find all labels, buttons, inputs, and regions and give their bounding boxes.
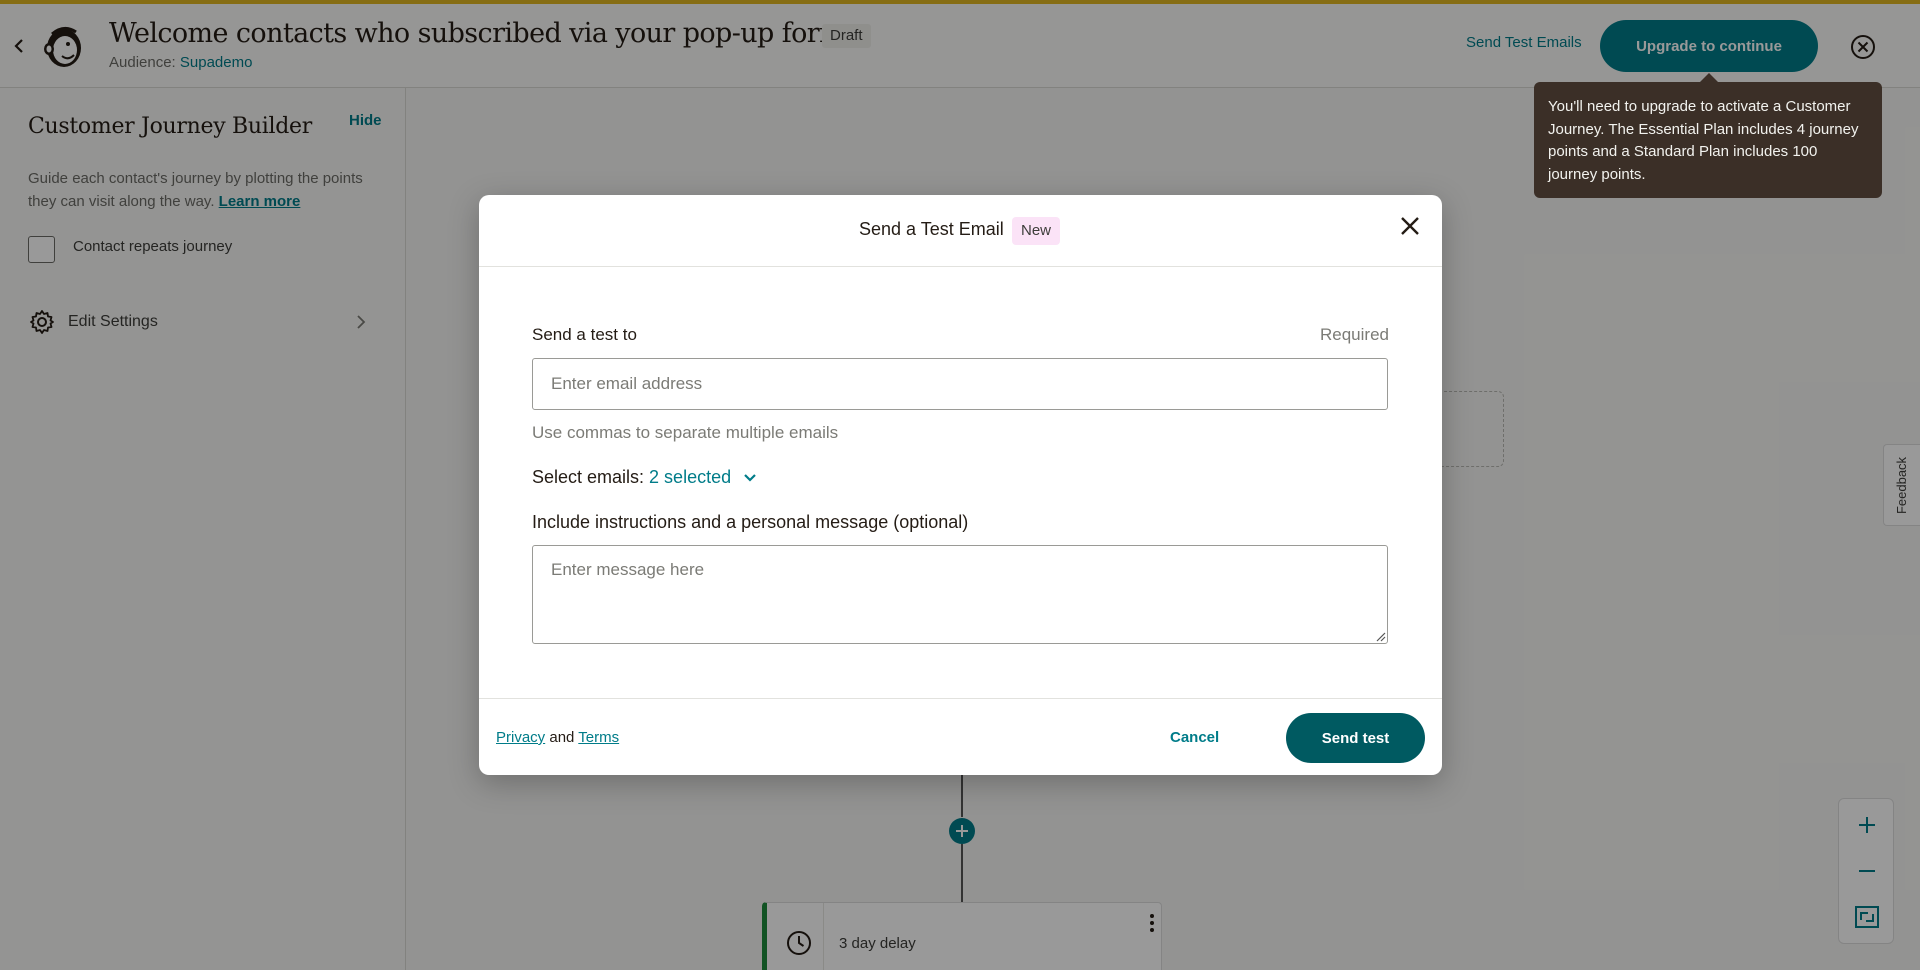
privacy-link[interactable]: Privacy <box>496 729 545 746</box>
message-label: Include instructions and a personal mess… <box>532 512 969 532</box>
legal-links: Privacy and Terms <box>496 729 619 746</box>
send-test-email-modal: Send a Test Email New Send a test to Req… <box>479 195 1442 775</box>
terms-link[interactable]: Terms <box>578 729 619 746</box>
required-indicator: Required <box>1320 325 1389 344</box>
send-test-button[interactable]: Send test <box>1286 713 1425 763</box>
message-field[interactable] <box>532 545 1388 644</box>
send-to-label: Send a test to <box>532 325 637 344</box>
new-badge: New <box>1012 217 1061 245</box>
legal-and: and <box>549 729 575 746</box>
upgrade-tooltip: You'll need to upgrade to activate a Cus… <box>1534 82 1882 198</box>
chevron-down-icon[interactable] <box>743 473 757 483</box>
modal-header: Send a Test Email New <box>479 195 1442 267</box>
modal-footer: Privacy and Terms Cancel Send test <box>479 698 1442 775</box>
cancel-button[interactable]: Cancel <box>1170 729 1219 746</box>
close-icon[interactable] <box>1397 213 1423 239</box>
select-emails-label: Select emails: <box>532 467 645 487</box>
modal-title: Send a Test Email <box>859 219 1004 239</box>
email-helper-text: Use commas to separate multiple emails <box>532 423 839 442</box>
email-field[interactable] <box>532 358 1388 410</box>
select-emails-dropdown[interactable]: 2 selected <box>649 467 731 488</box>
select-emails-row: Select emails: 2 selected <box>532 467 757 488</box>
tooltip-arrow <box>1700 73 1718 82</box>
